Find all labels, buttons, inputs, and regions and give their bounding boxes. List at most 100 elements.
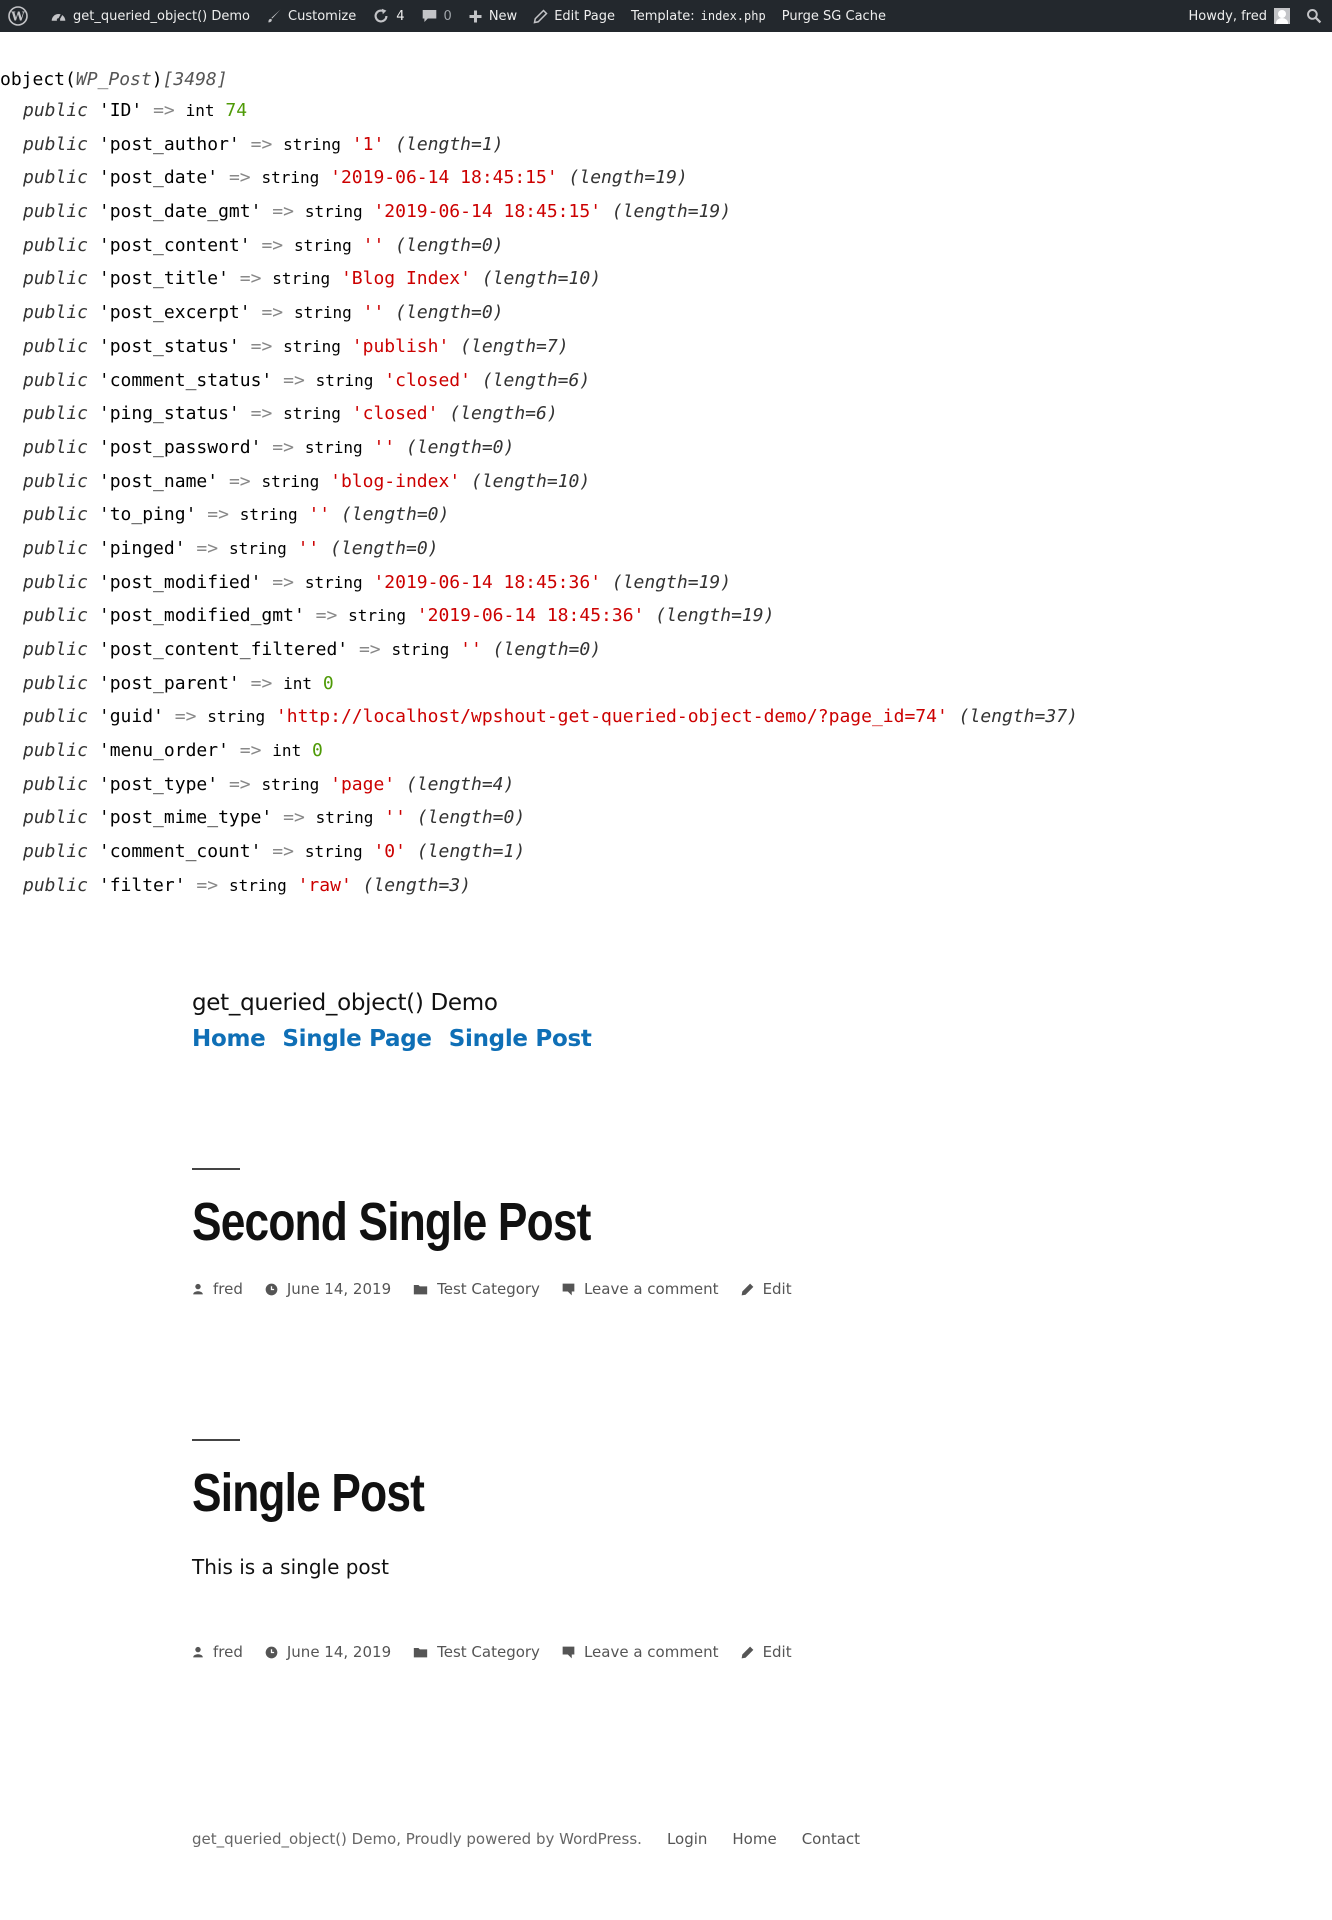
person-icon (192, 1283, 204, 1295)
new-content-menu[interactable]: New (460, 0, 525, 32)
post-title[interactable]: Second Single Post (192, 1192, 702, 1252)
property-length: (length=0) (330, 537, 439, 559)
post-separator (192, 1168, 240, 1170)
property-key: 'post_excerpt' (98, 302, 251, 324)
customize-link[interactable]: Customize (258, 0, 364, 32)
visibility-keyword: public (23, 504, 89, 526)
property-length: (length=0) (340, 504, 450, 526)
property-key: 'comment_count' (98, 841, 262, 863)
comments-link[interactable]: 0 (413, 0, 460, 32)
dump-object-header: object(WP_Post)[3498] (0, 69, 228, 90)
post-author[interactable]: fred (192, 1643, 243, 1661)
nav-home[interactable]: Home (192, 1026, 266, 1052)
dump-property-row: public 'post_name' => string 'blog-index… (0, 465, 1332, 499)
visibility-keyword: public (23, 234, 89, 256)
property-value: 'http://localhost/wpshout-get-queried-ob… (275, 706, 948, 728)
dump-property-row: public 'pinged' => string '' (length=0) (0, 532, 1332, 566)
property-value: 'raw' (297, 874, 352, 896)
dump-property-row: public 'post_date' => string '2019-06-14… (0, 161, 1332, 195)
footer-credit[interactable]: get_queried_object() Demo, Proudly power… (192, 1830, 642, 1848)
property-key: 'pinged' (98, 537, 186, 559)
property-key: 'post_name' (98, 470, 219, 492)
dump-property-row: public 'post_modified' => string '2019-0… (0, 566, 1332, 600)
property-length: (length=4) (405, 773, 515, 795)
comment-icon (562, 1283, 575, 1296)
dump-property-row: public 'post_author' => string '1' (leng… (0, 128, 1332, 162)
arrow-operator: => (207, 504, 229, 526)
property-key: 'post_mime_type' (98, 807, 273, 829)
arrow-operator: => (315, 605, 338, 627)
property-value: '' (384, 807, 406, 829)
property-type: string (207, 707, 266, 727)
property-type: string (391, 640, 450, 659)
property-length: (length=0) (492, 639, 602, 660)
post-title[interactable]: Single Post (192, 1463, 702, 1523)
wordpress-logo-menu[interactable]: W (0, 0, 42, 32)
post-author[interactable]: fred (192, 1280, 243, 1298)
property-value: '2019-06-14 18:45:36' (416, 605, 645, 627)
customize-label: Customize (288, 8, 357, 24)
template-file: index.php (700, 9, 766, 23)
property-type: string (304, 842, 363, 862)
dump-property-row: public 'post_content_filtered' => string… (0, 633, 1332, 667)
property-type: string (283, 404, 341, 424)
visibility-keyword: public (23, 639, 89, 660)
purge-cache-link[interactable]: Purge SG Cache (774, 0, 894, 32)
visibility-keyword: public (23, 740, 89, 762)
pencil-icon (741, 1283, 754, 1296)
property-value: '2019-06-14 18:45:15' (330, 167, 558, 189)
edit-page-link[interactable]: Edit Page (525, 0, 623, 32)
visibility-keyword: public (23, 436, 89, 458)
property-length: (length=0) (416, 807, 526, 829)
arrow-operator: => (250, 133, 273, 155)
avatar (1274, 8, 1290, 24)
nav-single-page[interactable]: Single Page (282, 1026, 432, 1052)
arrow-operator: => (250, 672, 273, 694)
footer-link-login[interactable]: Login (667, 1830, 707, 1848)
template-label: Template: (630, 8, 695, 24)
property-key: 'to_ping' (98, 504, 197, 526)
post-edit-link[interactable]: Edit (741, 1643, 792, 1661)
post-category[interactable]: Test Category (413, 1280, 540, 1298)
visibility-keyword: public (23, 571, 89, 593)
post-category[interactable]: Test Category (413, 1643, 540, 1661)
property-length: (length=19) (655, 605, 775, 627)
property-type: string (272, 269, 331, 289)
site-name-menu[interactable]: get_queried_object() Demo (42, 0, 258, 32)
dashboard-icon (50, 8, 67, 25)
template-info[interactable]: Template: index.php (623, 0, 774, 32)
property-key: 'ping_status' (98, 403, 240, 425)
property-length: (length=0) (405, 436, 515, 458)
my-account-menu[interactable]: Howdy, fred (1181, 0, 1298, 32)
property-type: string (283, 134, 341, 154)
visibility-keyword: public (23, 403, 89, 425)
footer-link-home[interactable]: Home (732, 1830, 776, 1848)
property-value: '' (308, 504, 331, 526)
property-length: (length=1) (395, 133, 504, 155)
site-title[interactable]: get_queried_object() Demo (192, 990, 609, 1016)
property-length: (length=10) (481, 268, 602, 290)
visibility-keyword: public (23, 874, 89, 896)
post-edit-link[interactable]: Edit (741, 1280, 792, 1298)
property-key: 'post_parent' (98, 672, 240, 694)
post-date[interactable]: June 14, 2019 (265, 1643, 391, 1661)
visibility-keyword: public (23, 302, 89, 324)
dump-property-row: public 'ping_status' => string 'closed' … (0, 397, 1332, 431)
property-type: string (261, 168, 320, 188)
dump-property-row: public 'ID' => int 74 (0, 94, 1332, 128)
property-length: (length=1) (416, 841, 526, 863)
clock-icon (265, 1283, 278, 1296)
admin-search-button[interactable] (1298, 0, 1332, 32)
property-type: string (283, 336, 341, 356)
visibility-keyword: public (23, 100, 89, 121)
property-value: '1' (351, 133, 385, 155)
post-comments-link[interactable]: Leave a comment (562, 1643, 719, 1661)
nav-single-post[interactable]: Single Post (449, 1026, 592, 1052)
property-key: 'post_status' (98, 335, 240, 357)
footer-link-contact[interactable]: Contact (802, 1830, 860, 1848)
dump-property-row: public 'post_password' => string '' (len… (0, 431, 1332, 465)
updates-link[interactable]: 4 (364, 0, 412, 32)
post-comments-link[interactable]: Leave a comment (562, 1280, 719, 1298)
post-date[interactable]: June 14, 2019 (265, 1280, 391, 1298)
dump-property-row: public 'post_parent' => int 0 (0, 667, 1332, 701)
